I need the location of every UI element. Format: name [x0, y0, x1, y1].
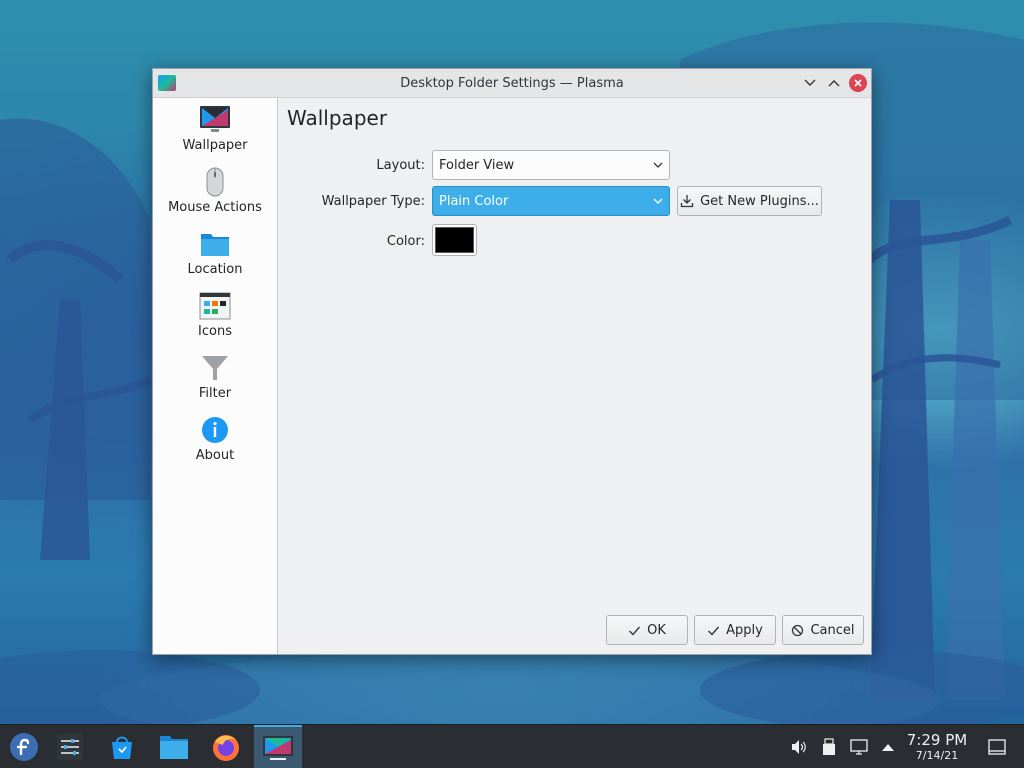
- sidebar-item-label: Wallpaper: [182, 138, 248, 153]
- network-icon[interactable]: [850, 738, 868, 756]
- filter-icon: [199, 352, 231, 384]
- checkmark-icon: [708, 626, 720, 636]
- layout-value: Folder View: [439, 157, 515, 173]
- sidebar-item-label: Icons: [198, 324, 232, 339]
- fedora-launcher-icon[interactable]: [0, 725, 48, 768]
- download-icon: [680, 195, 694, 208]
- sidebar-item-label: About: [195, 448, 235, 463]
- layout-dropdown[interactable]: Folder View: [432, 150, 670, 180]
- maximize-button[interactable]: [825, 74, 843, 92]
- volume-icon[interactable]: [790, 738, 808, 756]
- apply-button[interactable]: Apply: [694, 615, 776, 645]
- sidebar-item-location[interactable]: Location: [153, 226, 277, 286]
- sidebar-item-wallpaper[interactable]: Wallpaper: [153, 102, 277, 162]
- settings-dialog: Desktop Folder Settings — Plasma Wallpap…: [152, 68, 872, 655]
- cancel-button[interactable]: Cancel: [782, 615, 864, 645]
- close-button[interactable]: [849, 74, 867, 92]
- sidebar-item-label: Mouse Actions: [168, 200, 262, 215]
- chevron-down-icon: [804, 79, 816, 86]
- discover-store-icon[interactable]: [98, 725, 146, 768]
- mouse-icon: [199, 166, 231, 198]
- taskbar: 7:29 PM 7/14/21: [0, 724, 1024, 768]
- monitor-icon: [199, 104, 231, 136]
- color-label: Color:: [386, 234, 425, 249]
- folder-icon: [199, 228, 231, 260]
- desktop-settings-icon[interactable]: [254, 725, 302, 768]
- cancel-icon: [792, 624, 804, 636]
- sidebar-item-label: Filter: [198, 386, 232, 401]
- ok-button[interactable]: OK: [606, 615, 688, 645]
- info-icon: [199, 414, 231, 446]
- wallpaper-type-dropdown[interactable]: Plain Color: [432, 186, 670, 216]
- sidebar-item-about[interactable]: About: [153, 412, 277, 472]
- wallpaper-type-value: Plain Color: [439, 193, 509, 209]
- plasma-app-icon: [158, 75, 176, 91]
- icons-grid-icon: [199, 290, 231, 322]
- sidebar-item-filter[interactable]: Filter: [153, 350, 277, 410]
- ok-label: OK: [647, 622, 666, 638]
- usb-device-icon[interactable]: [820, 738, 838, 756]
- apply-label: Apply: [726, 622, 763, 638]
- chevron-down-icon: [653, 162, 663, 168]
- get-new-plugins-button[interactable]: Get New Plugins...: [677, 186, 822, 216]
- minimize-button[interactable]: [801, 74, 819, 92]
- file-manager-icon[interactable]: [150, 725, 198, 768]
- sidebar-item-mouse-actions[interactable]: Mouse Actions: [153, 164, 277, 224]
- system-settings-icon[interactable]: [46, 725, 94, 768]
- wallpaper-type-label: Wallpaper Type:: [321, 194, 425, 209]
- firefox-icon[interactable]: [202, 725, 250, 768]
- color-swatch-fill: [435, 227, 474, 253]
- color-picker-button[interactable]: [432, 224, 477, 256]
- get-new-plugins-label: Get New Plugins...: [700, 193, 819, 209]
- layout-label: Layout:: [376, 158, 425, 173]
- category-sidebar: Wallpaper Mouse Actions Location Icons F…: [153, 98, 278, 654]
- title-bar[interactable]: Desktop Folder Settings — Plasma: [153, 69, 871, 98]
- chevron-up-icon[interactable]: [879, 738, 897, 756]
- checkmark-icon: [629, 626, 641, 636]
- chevron-down-icon: [653, 198, 663, 204]
- show-desktop-icon[interactable]: [988, 738, 1006, 756]
- clock-time[interactable]: 7:29 PM: [900, 731, 974, 749]
- sidebar-item-label: Location: [187, 262, 243, 277]
- close-icon: [854, 79, 862, 87]
- page-title: Wallpaper: [287, 106, 388, 130]
- settings-content: Wallpaper Layout: Folder View Wallpaper …: [279, 98, 871, 654]
- sidebar-item-icons[interactable]: Icons: [153, 288, 277, 348]
- chevron-up-icon: [828, 80, 840, 87]
- cancel-label: Cancel: [810, 622, 855, 638]
- window-title: Desktop Folder Settings — Plasma: [400, 75, 624, 91]
- clock-date[interactable]: 7/14/21: [900, 749, 974, 762]
